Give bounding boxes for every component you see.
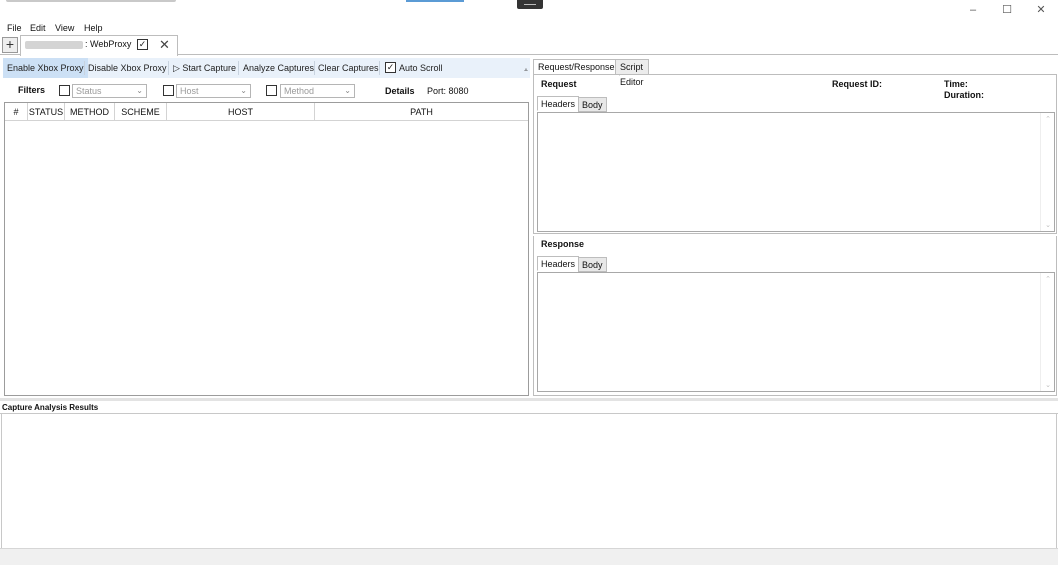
chevron-down-icon: ⌄: [240, 86, 247, 95]
request-id-label: Request ID:: [832, 79, 883, 89]
capture-analysis-title: Capture Analysis Results: [2, 403, 99, 412]
start-capture-button[interactable]: ▷ Start Capture: [169, 58, 240, 78]
method-filter-select[interactable]: Method ⌄: [280, 84, 355, 98]
window-title-blurred: [6, 0, 176, 2]
column-header-index[interactable]: #: [5, 103, 28, 121]
duration-label: Duration:: [944, 90, 984, 100]
menu-bar: File Edit View Help: [0, 22, 1058, 35]
tab-label: : WebProxy: [85, 39, 132, 49]
toolbar-separator: [379, 61, 380, 75]
document-tab-row: + : WebProxy ✓ ✕: [0, 35, 1058, 56]
close-window-button[interactable]: ✕: [1026, 3, 1056, 17]
close-tab-icon[interactable]: ✕: [159, 38, 170, 51]
pane-splitter[interactable]: [0, 398, 1058, 401]
method-filter-checkbox[interactable]: [266, 85, 277, 96]
menu-help[interactable]: Help: [84, 22, 103, 35]
chevron-down-icon: ⌄: [136, 86, 143, 95]
response-title: Response: [541, 239, 585, 249]
status-filter-checkbox[interactable]: [59, 85, 70, 96]
scroll-up-icon[interactable]: ⌃: [1041, 115, 1055, 123]
scroll-up-icon[interactable]: ⌃: [1041, 275, 1055, 283]
proxy-toolbar: Enable Xbox Proxy Disable Xbox Proxy ▷ S…: [3, 58, 530, 78]
column-header-path[interactable]: PATH: [315, 103, 528, 121]
menu-file[interactable]: File: [7, 22, 22, 35]
clear-captures-button[interactable]: Clear Captures: [314, 58, 383, 78]
menu-view[interactable]: View: [55, 22, 74, 35]
capture-grid[interactable]: # STATUS METHOD SCHEME HOST PATH: [4, 102, 529, 396]
status-filter-placeholder: Status: [76, 86, 102, 96]
enable-xbox-proxy-button[interactable]: Enable Xbox Proxy: [3, 58, 88, 78]
disable-xbox-proxy-button[interactable]: Disable Xbox Proxy: [84, 58, 171, 78]
time-label: Time:: [944, 79, 968, 89]
auto-scroll-label[interactable]: Auto Scroll: [395, 58, 447, 78]
response-scrollbar[interactable]: ⌃ ⌄: [1040, 273, 1054, 391]
host-filter-select[interactable]: Host ⌄: [176, 84, 251, 98]
port-label: Port: 8080: [427, 86, 469, 96]
request-headers-tab[interactable]: Headers: [537, 96, 580, 111]
scroll-down-icon[interactable]: ⌄: [1041, 381, 1055, 389]
chevron-down-icon: ⌄: [344, 86, 351, 95]
grid-header: # STATUS METHOD SCHEME HOST PATH: [5, 103, 528, 121]
host-filter-checkbox[interactable]: [163, 85, 174, 96]
response-headers-tab[interactable]: Headers: [537, 256, 580, 271]
webproxy-tab[interactable]: : WebProxy ✓ ✕: [20, 35, 178, 56]
taskbar-icon: [517, 0, 543, 9]
column-header-method[interactable]: METHOD: [65, 103, 115, 121]
minimize-button[interactable]: –: [958, 3, 988, 17]
scroll-down-icon[interactable]: ⌄: [1041, 221, 1055, 229]
maximize-button[interactable]: ☐: [992, 3, 1022, 17]
status-filter-select[interactable]: Status ⌄: [72, 84, 147, 98]
response-body-tab[interactable]: Body: [578, 257, 607, 272]
column-header-scheme[interactable]: SCHEME: [115, 103, 167, 121]
response-headers-textarea[interactable]: ⌃ ⌄: [537, 272, 1055, 392]
filters-label: Filters: [18, 85, 46, 95]
tab-script-editor[interactable]: Script Editor: [615, 59, 649, 87]
method-filter-placeholder: Method: [284, 86, 315, 96]
analyze-captures-button[interactable]: Analyze Captures: [239, 58, 318, 78]
host-filter-placeholder: Host: [180, 86, 199, 96]
toolbar-overflow-icon[interactable]: ⩡: [524, 67, 528, 75]
request-headers-textarea[interactable]: ⌃ ⌄: [537, 112, 1055, 232]
column-header-status[interactable]: STATUS: [28, 103, 65, 121]
tab-enabled-checkbox[interactable]: ✓: [137, 39, 148, 50]
response-panel: Response Headers Body ⌃ ⌄: [533, 236, 1057, 396]
tab-device-name-blurred: [25, 41, 83, 49]
title-bar: – ☐ ✕: [0, 0, 1058, 22]
details-label: Details: [385, 86, 415, 96]
capture-analysis-results[interactable]: [1, 414, 1057, 548]
add-tab-button[interactable]: +: [2, 37, 18, 53]
request-body-tab[interactable]: Body: [578, 97, 607, 112]
title-accent-line: [406, 0, 464, 2]
status-bar: [0, 548, 1058, 565]
column-header-host[interactable]: HOST: [167, 103, 315, 121]
request-panel: Request Request ID: Time: Duration: Head…: [533, 74, 1057, 234]
menu-edit[interactable]: Edit: [30, 22, 46, 35]
request-scrollbar[interactable]: ⌃ ⌄: [1040, 113, 1054, 231]
request-title: Request: [541, 79, 577, 89]
